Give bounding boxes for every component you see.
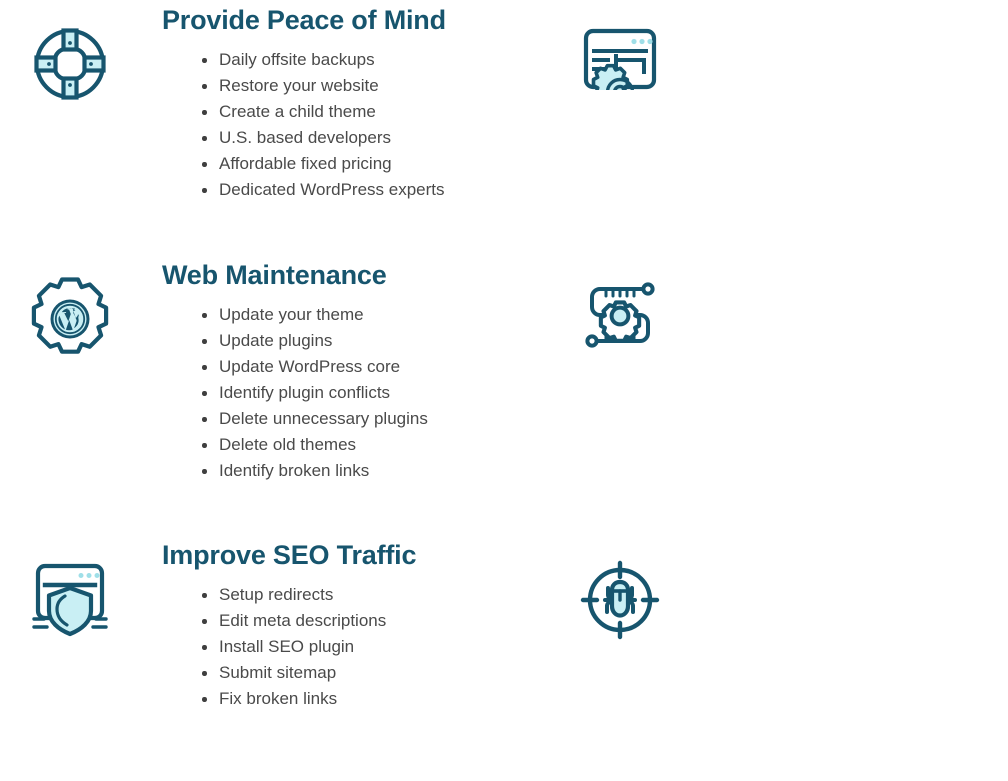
- list-item: Update your theme: [202, 302, 504, 328]
- service-block-provide-peace-of-mind: Provide Peace of Mind Daily offsite back…: [0, 0, 504, 255]
- service-feature-list: Update your theme Update plugins Update …: [162, 302, 504, 484]
- service-block-improve-seo-traffic: Improve SEO Traffic Setup redirects Edit…: [0, 535, 504, 781]
- list-item: U.S. based developers: [202, 125, 504, 151]
- list-item: Restore your website: [202, 73, 504, 99]
- wordpress-gear-icon: [28, 277, 112, 361]
- list-item: Fix broken links: [202, 686, 504, 712]
- service-block-security-protection: Security Protection Clean up malware Vir…: [504, 535, 1008, 781]
- list-item: Identify broken links: [202, 458, 504, 484]
- list-item: Edit meta descriptions: [202, 608, 504, 634]
- list-item: Setup redirects: [202, 582, 504, 608]
- list-item: Affordable fixed pricing: [202, 151, 504, 177]
- services-grid: Provide Peace of Mind Daily offsite back…: [0, 0, 1008, 781]
- service-heading: Web Maintenance: [162, 260, 387, 290]
- list-item: Update plugins: [202, 328, 504, 354]
- bug-target-icon: [578, 558, 662, 642]
- list-item: Daily offsite backups: [202, 47, 504, 73]
- list-item: Install SEO plugin: [202, 634, 504, 660]
- lifebuoy-icon: [28, 22, 112, 106]
- list-item: Delete unnecessary plugins: [202, 406, 504, 432]
- list-item: Identify plugin conflicts: [202, 380, 504, 406]
- service-block-web-maintenance: Web Maintenance Update your theme Update…: [0, 255, 504, 535]
- service-block-enhance-design: Enhance Design Install and configure plu…: [504, 255, 1008, 535]
- list-item: Submit sitemap: [202, 660, 504, 686]
- service-block-speed-up-your-site: Speed Up Your Site Check page size and l…: [504, 0, 1008, 255]
- service-heading: Provide Peace of Mind: [162, 5, 446, 35]
- list-item: Update WordPress core: [202, 354, 504, 380]
- list-item: Create a child theme: [202, 99, 504, 125]
- browser-gear-icon: [578, 22, 662, 106]
- list-item: Dedicated WordPress experts: [202, 177, 504, 203]
- service-feature-list: Daily offsite backups Restore your websi…: [162, 47, 504, 203]
- list-item: Delete old themes: [202, 432, 504, 458]
- gear-ruler-icon: [578, 277, 662, 361]
- browser-shield-icon: [28, 558, 112, 642]
- service-heading: Improve SEO Traffic: [162, 540, 417, 570]
- service-feature-list: Setup redirects Edit meta descriptions I…: [162, 582, 504, 712]
